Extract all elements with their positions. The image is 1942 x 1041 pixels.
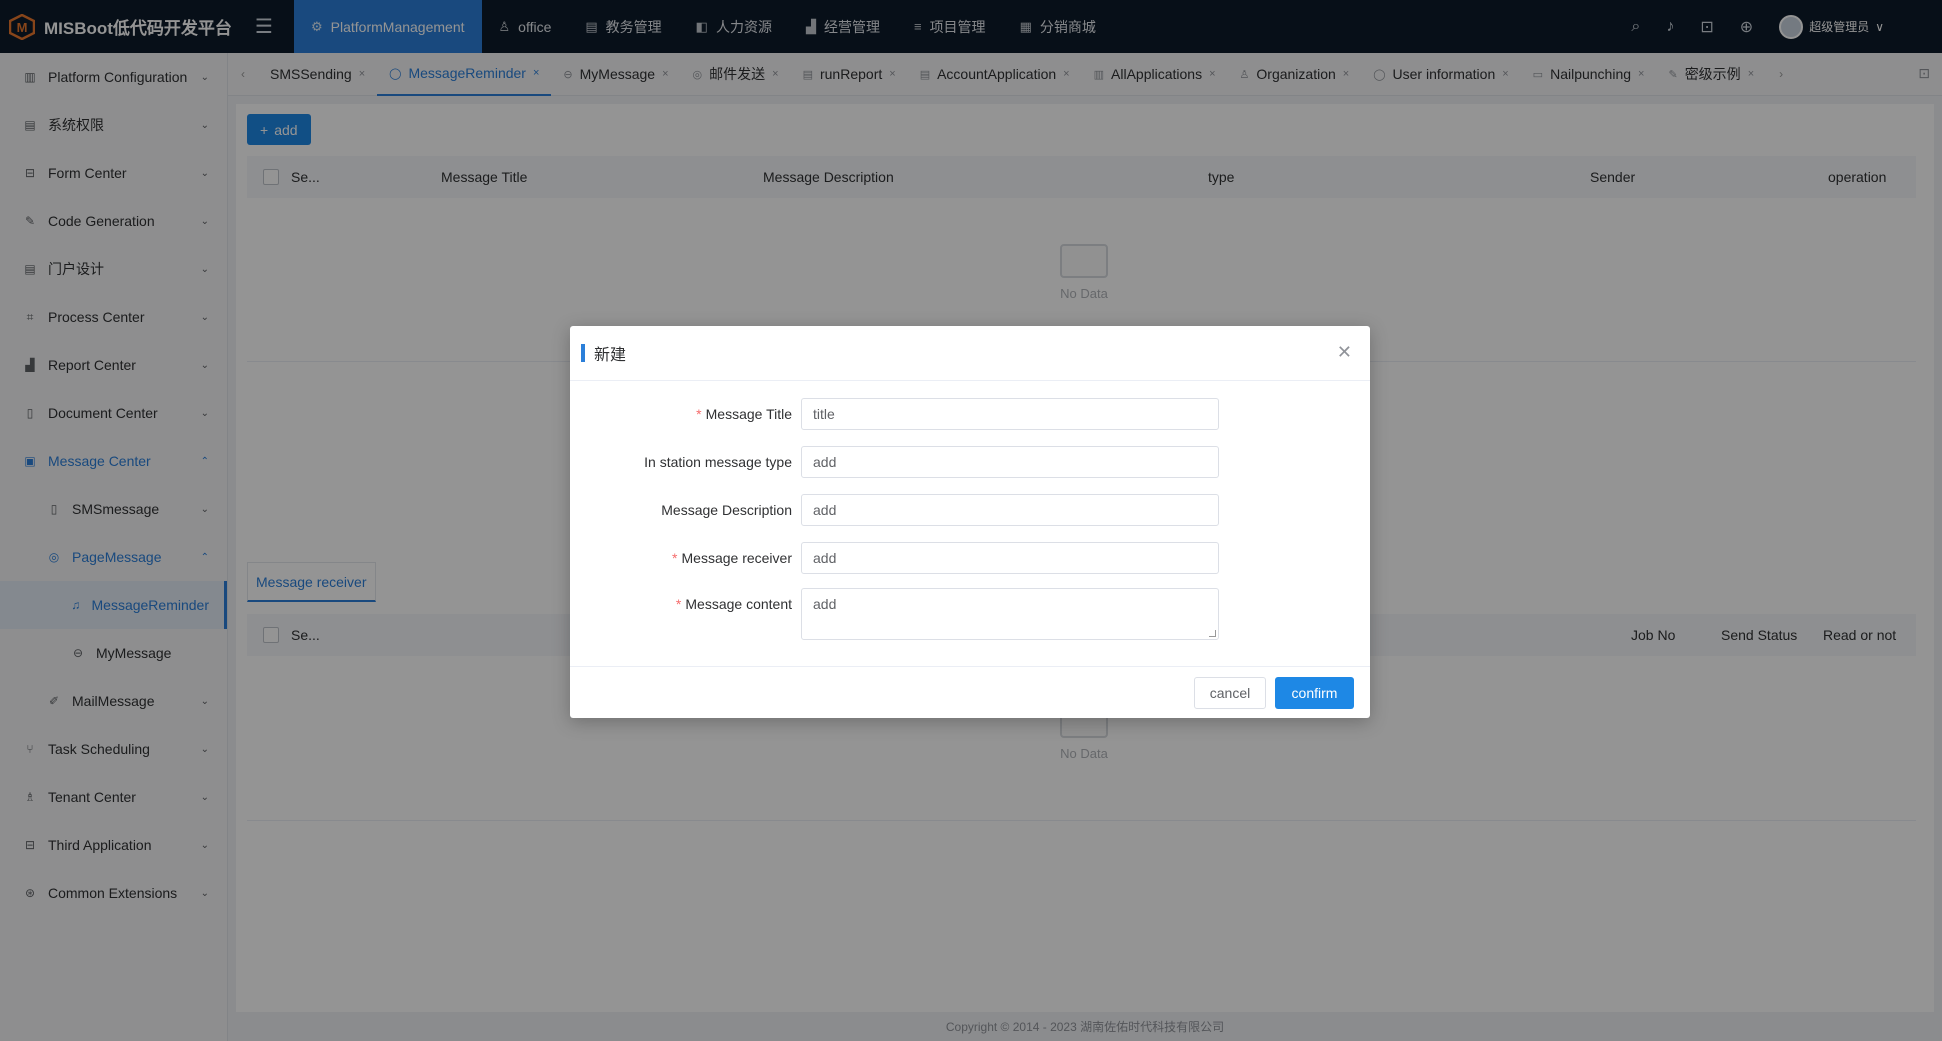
required-mark: * bbox=[675, 596, 682, 612]
form-row-message-type: In station message type add bbox=[570, 446, 1370, 478]
required-mark: * bbox=[696, 406, 702, 422]
dialog-footer: cancel confirm bbox=[570, 666, 1370, 718]
dialog-header: 新建 ✕ bbox=[570, 326, 1370, 381]
field-label: Message content bbox=[685, 596, 792, 612]
field-label: Message receiver bbox=[681, 550, 793, 566]
message-title-input[interactable]: title bbox=[801, 398, 1219, 430]
dialog-title: 新建 bbox=[594, 347, 627, 364]
message-type-input[interactable]: add bbox=[801, 446, 1219, 478]
field-label: Message Title bbox=[705, 406, 792, 422]
title-accent-bar bbox=[581, 344, 585, 362]
message-receiver-input[interactable]: add bbox=[801, 542, 1219, 574]
form-row-message-title: * Message Title title bbox=[570, 398, 1370, 430]
form-row-message-receiver: * Message receiver add bbox=[570, 542, 1370, 574]
required-mark: * bbox=[672, 550, 678, 566]
field-label: In station message type bbox=[644, 454, 792, 470]
form-row-message-description: Message Description add bbox=[570, 494, 1370, 526]
message-content-textarea[interactable]: add bbox=[801, 588, 1219, 640]
cancel-button[interactable]: cancel bbox=[1194, 677, 1266, 709]
field-label: Message Description bbox=[661, 502, 792, 518]
message-description-input[interactable]: add bbox=[801, 494, 1219, 526]
close-icon[interactable]: ✕ bbox=[1337, 342, 1352, 363]
form-row-message-content: * Message content add bbox=[570, 588, 1370, 640]
new-message-dialog: 新建 ✕ * Message Title title In station mes… bbox=[570, 326, 1370, 718]
confirm-button[interactable]: confirm bbox=[1275, 677, 1354, 709]
